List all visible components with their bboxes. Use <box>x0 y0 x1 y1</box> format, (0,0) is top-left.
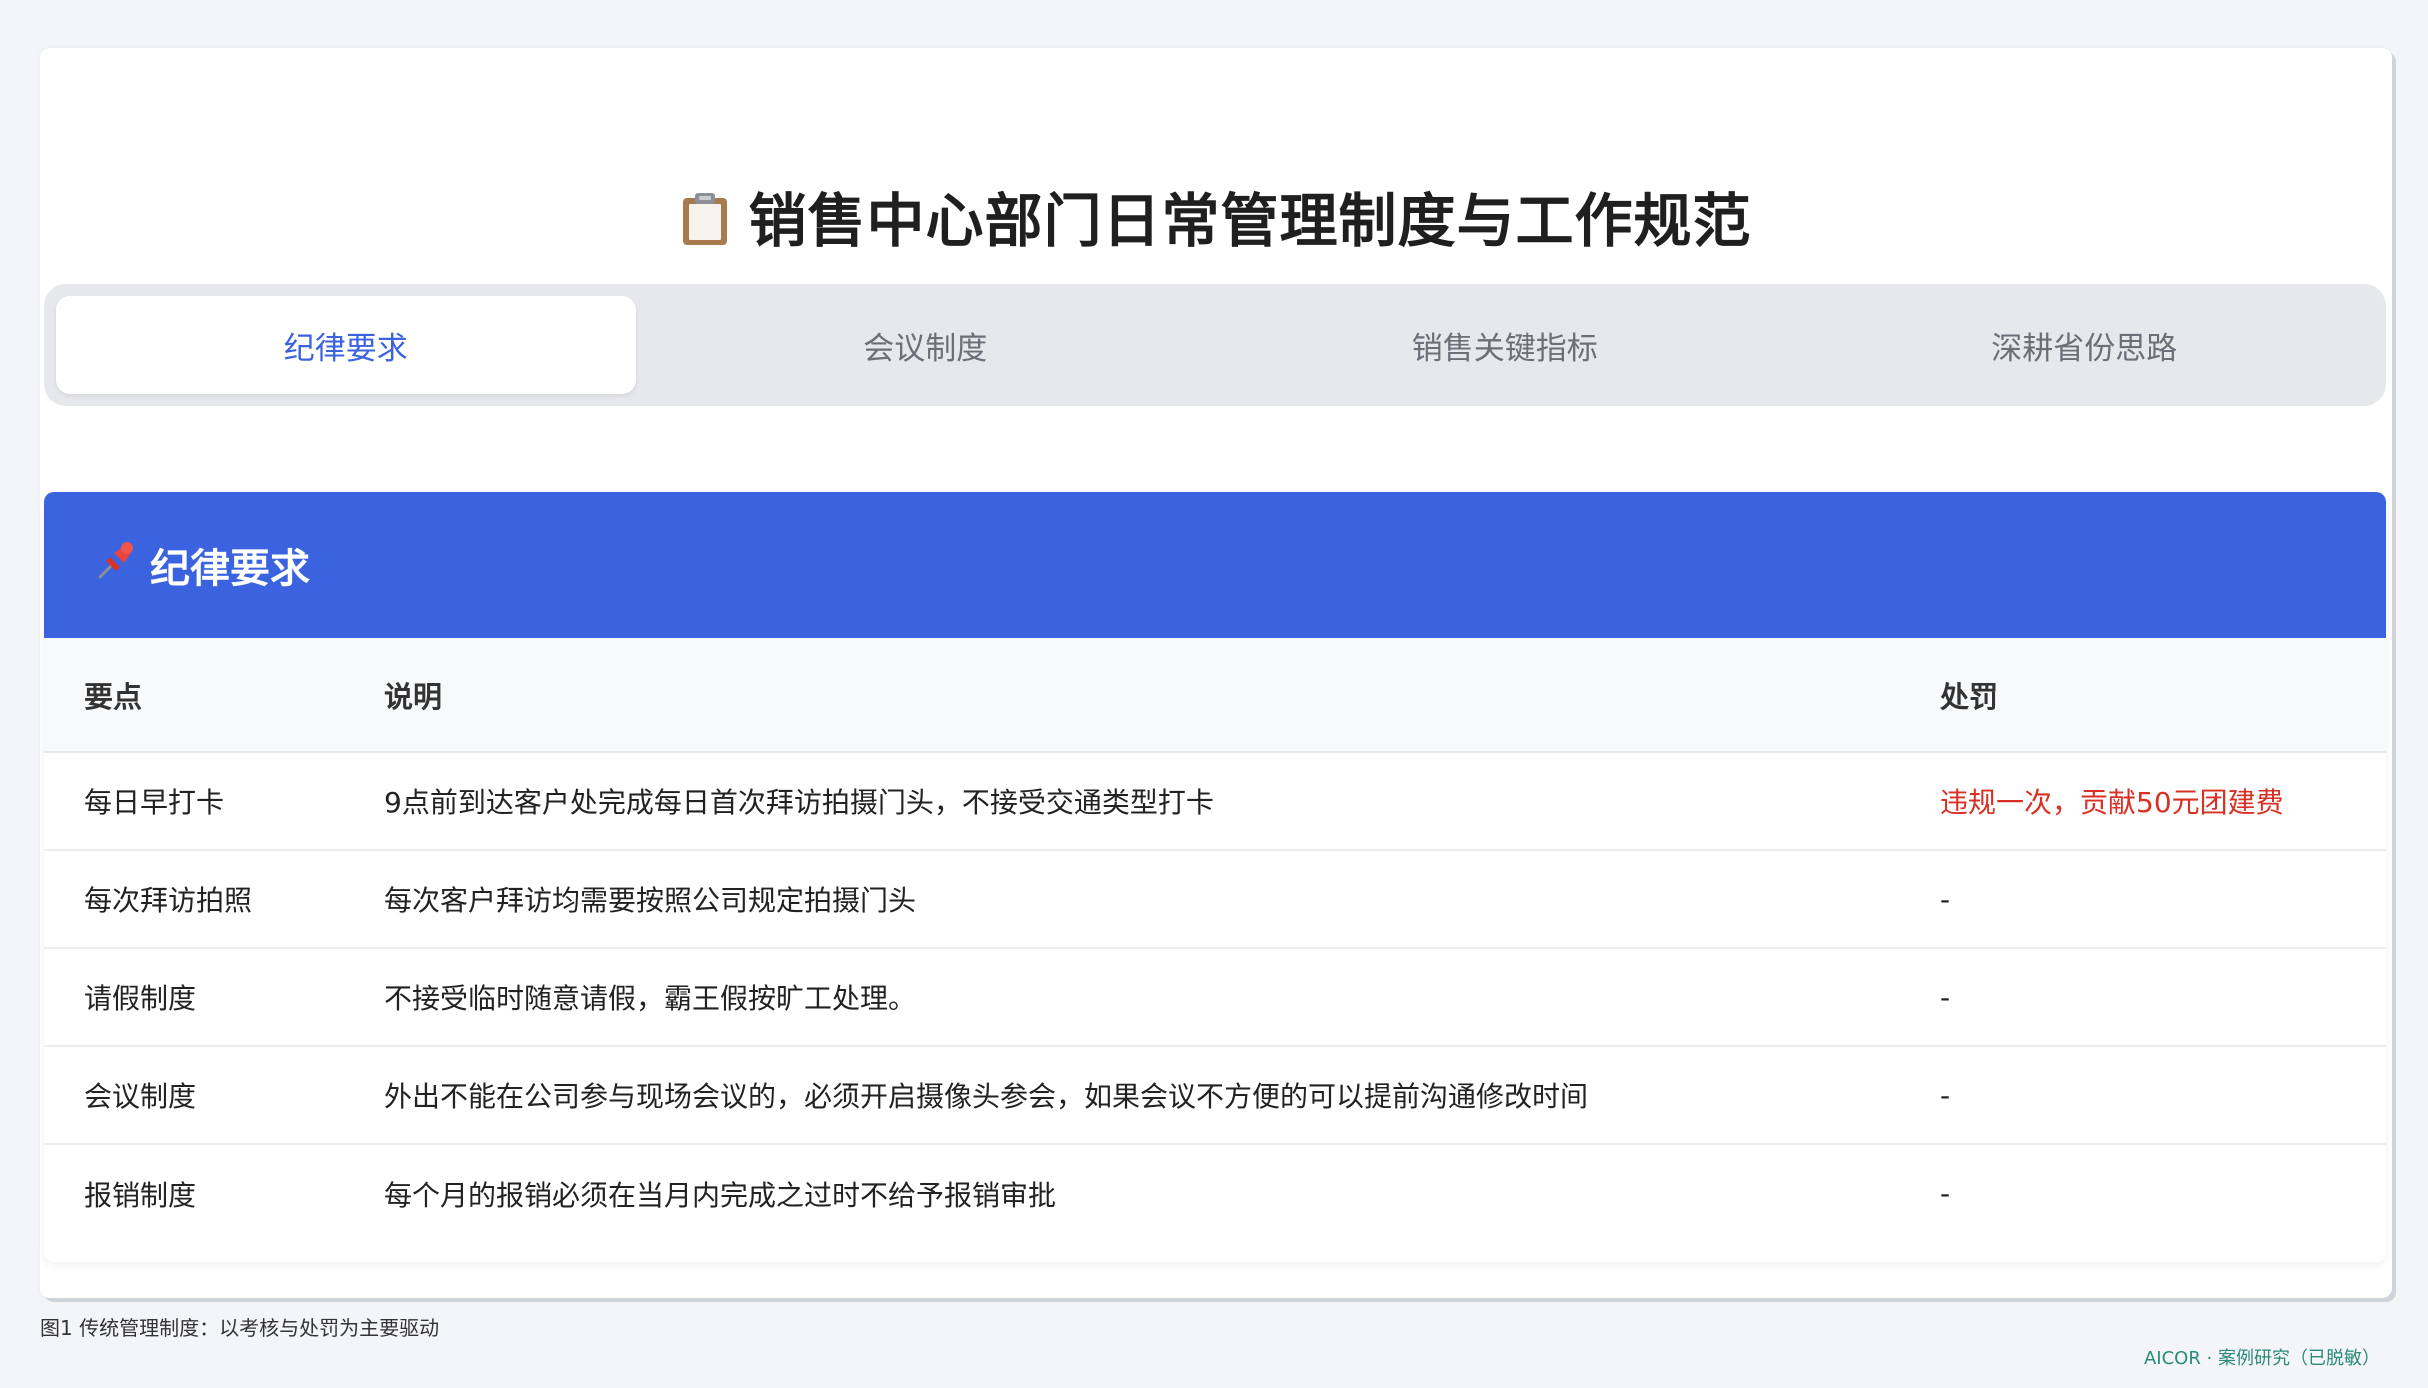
discipline-section: 纪律要求 要点 说明 处罚 每日早打卡 9点前到达客户处完成每日首次拜访拍摄门头… <box>44 492 2386 1262</box>
table-row: 报销制度 每个月的报销必须在当月内完成之过时不给予报销审批 - <box>44 1144 2386 1242</box>
cell-desc: 外出不能在公司参与现场会议的，必须开启摄像头参会，如果会议不方便的可以提前沟通修… <box>344 1046 1900 1145</box>
cell-desc: 每个月的报销必须在当月内完成之过时不给予报销审批 <box>384 1178 1057 1212</box>
table-row: 会议制度 外出不能在公司参与现场会议的，必须开启摄像头参会，如果会议不方便的可以… <box>44 1046 2386 1145</box>
cell-penalty: - <box>1900 948 2386 1047</box>
section-header: 纪律要求 <box>44 492 2386 638</box>
tab-sales-kpi[interactable]: 销售关键指标 <box>1215 296 1795 394</box>
cell-point: 请假制度 <box>44 948 344 1047</box>
cell-desc: 9点前到达客户处完成每日首次拜访拍摄门头，不接受交通类型打卡 <box>344 752 1900 851</box>
page-title: 销售中心部门日常管理制度与工作规范 <box>40 174 2392 261</box>
clipboard-icon <box>680 191 730 261</box>
column-header-penalty: 处罚 <box>1900 638 2386 753</box>
cell-point: 报销制度 <box>84 1178 197 1212</box>
table-row: 每次拜访拍照 每次客户拜访均需要按照公司规定拍摄门头 - <box>44 850 2386 949</box>
cell-penalty: 违规一次，贡献50元团建费 <box>1900 752 2386 851</box>
main-card: 销售中心部门日常管理制度与工作规范 纪律要求 会议制度 销售关键指标 深耕省份思… <box>40 48 2392 1298</box>
cell-point: 每日早打卡 <box>44 752 344 851</box>
tab-discipline[interactable]: 纪律要求 <box>56 296 636 394</box>
table-row: 请假制度 不接受临时随意请假，霸王假按旷工处理。 - <box>44 948 2386 1047</box>
column-header-point: 要点 <box>44 638 344 753</box>
cell-penalty: - <box>1940 1177 1951 1210</box>
discipline-table: 要点 说明 处罚 每日早打卡 9点前到达客户处完成每日首次拜访拍摄门头，不接受交… <box>44 638 2386 1242</box>
pushpin-icon <box>94 537 140 593</box>
table-row: 每日早打卡 9点前到达客户处完成每日首次拜访拍摄门头，不接受交通类型打卡 违规一… <box>44 752 2386 851</box>
tab-meetings[interactable]: 会议制度 <box>636 296 1216 394</box>
page-title-text: 销售中心部门日常管理制度与工作规范 <box>748 187 1752 255</box>
cell-penalty: - <box>1900 850 2386 949</box>
column-header-desc: 说明 <box>344 638 1900 753</box>
tab-bar: 纪律要求 会议制度 销售关键指标 深耕省份思路 <box>44 284 2386 406</box>
figure-caption: 图1 传统管理制度：以考核与处罚为主要驱动 <box>40 1316 440 1340</box>
footer-note: AICOR · 案例研究（已脱敏） <box>2143 1348 2380 1369</box>
cell-point: 每次拜访拍照 <box>44 850 344 949</box>
cell-desc: 每次客户拜访均需要按照公司规定拍摄门头 <box>344 850 1900 949</box>
cell-penalty: - <box>1900 1046 2386 1145</box>
tab-province-strategy[interactable]: 深耕省份思路 <box>1795 296 2375 394</box>
section-title: 纪律要求 <box>150 546 310 592</box>
cell-point: 会议制度 <box>44 1046 344 1145</box>
cell-desc: 不接受临时随意请假，霸王假按旷工处理。 <box>344 948 1900 1047</box>
table-header-row: 要点 说明 处罚 <box>44 638 2386 753</box>
